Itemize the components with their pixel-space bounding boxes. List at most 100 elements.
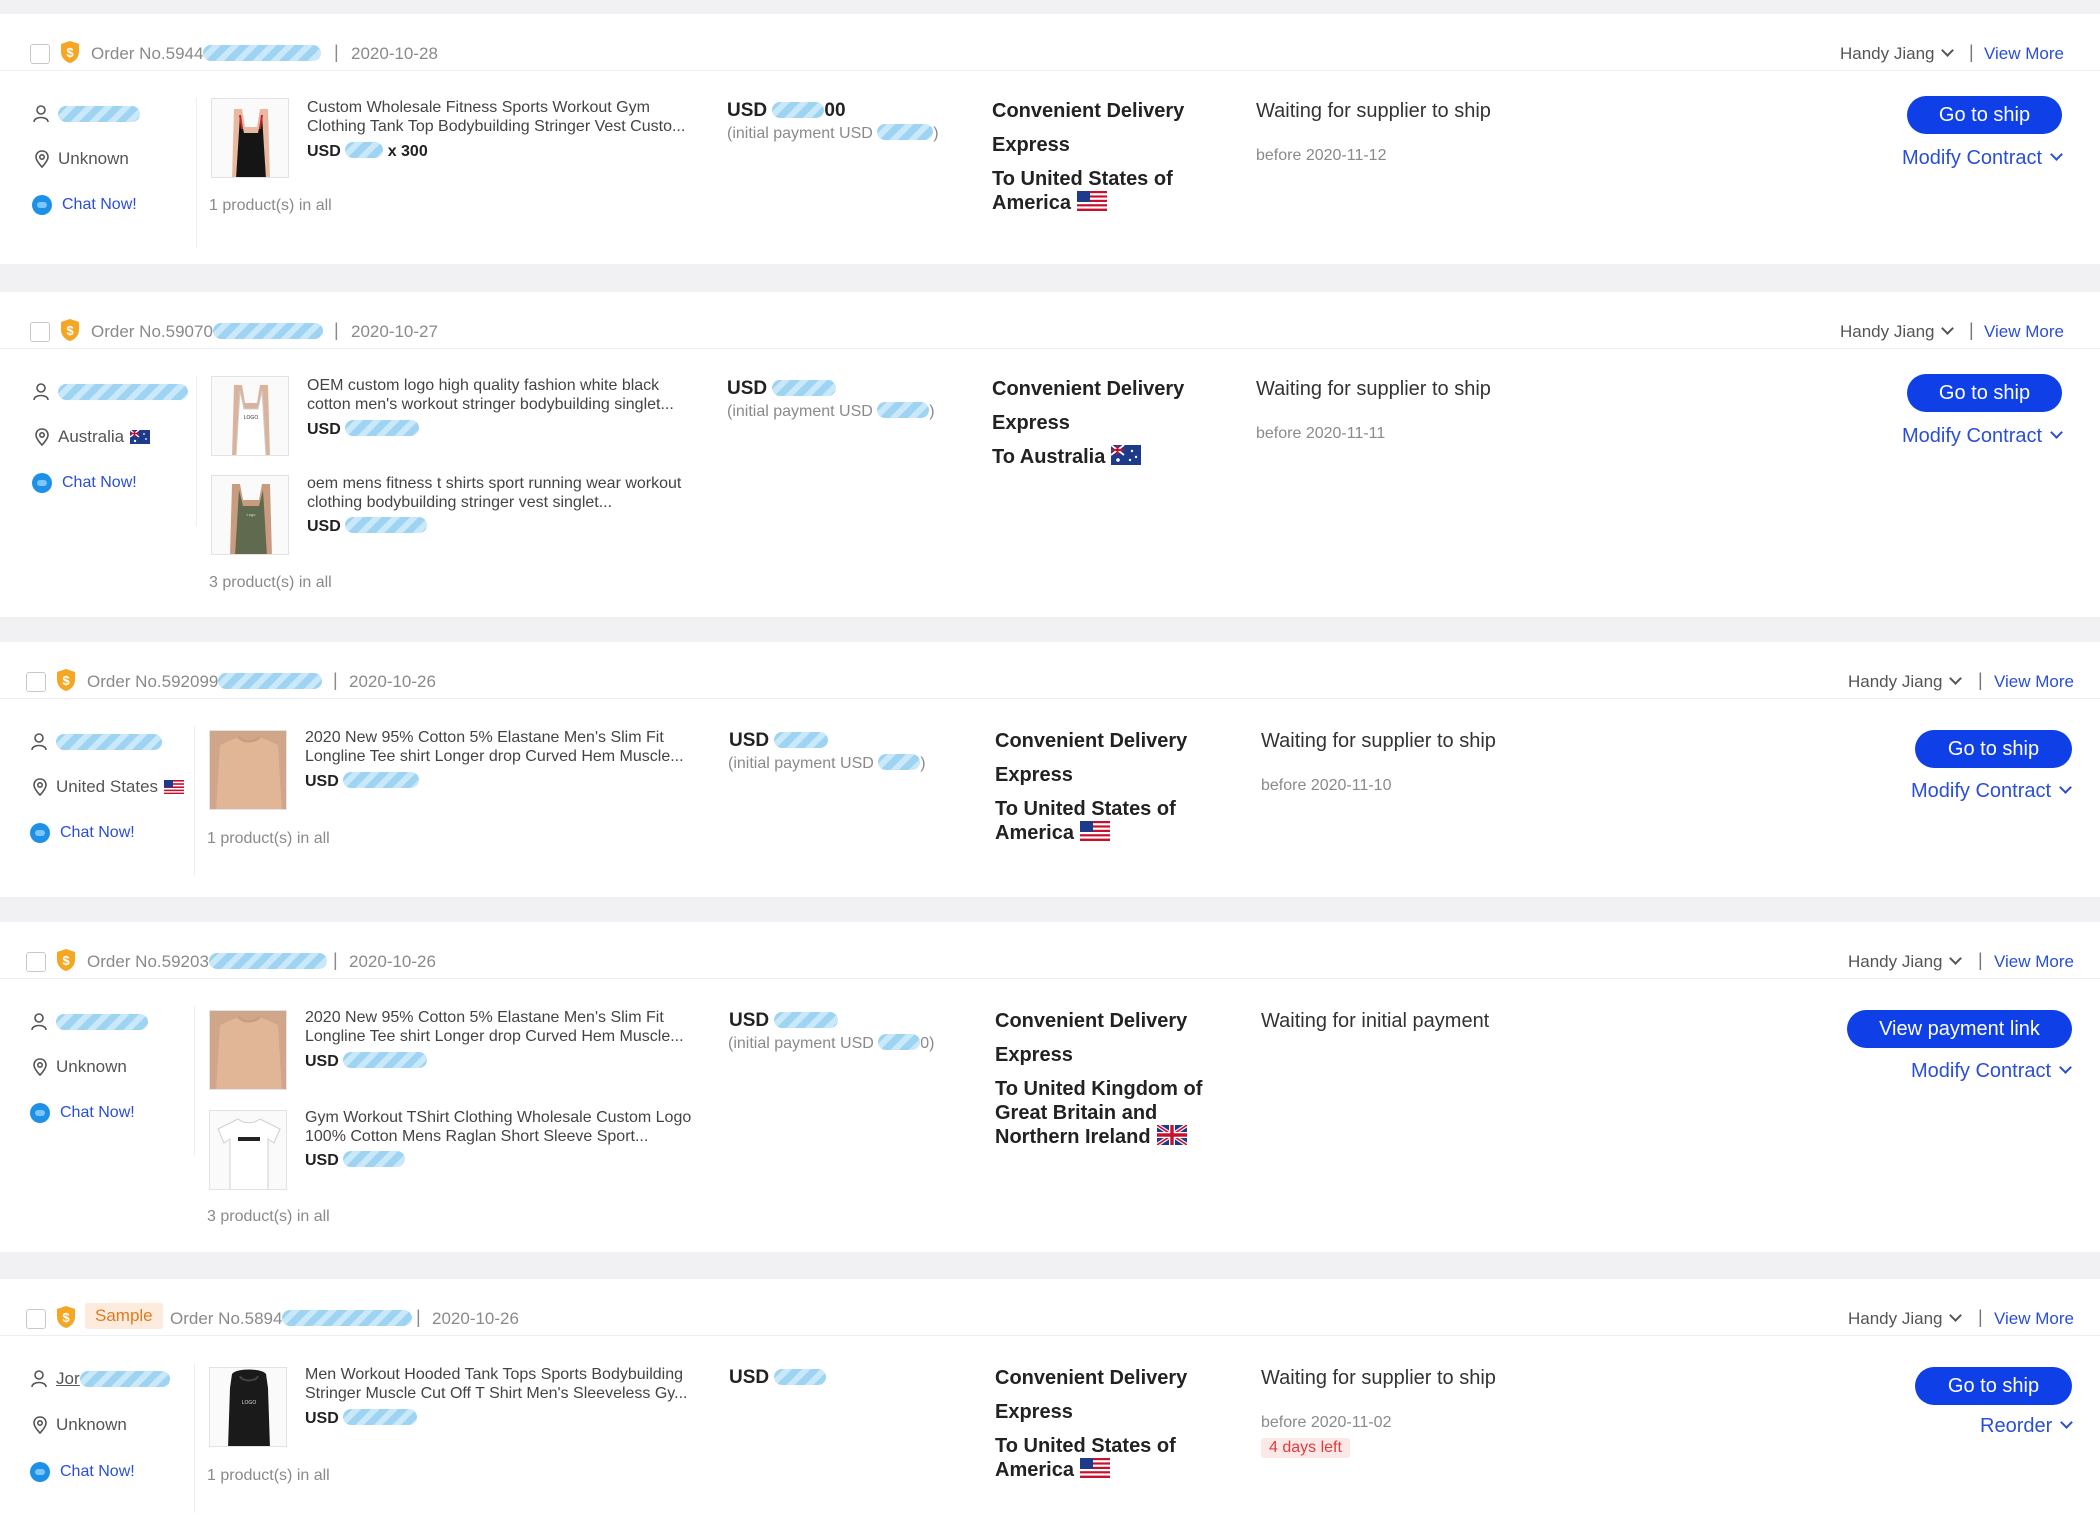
product-thumbnail[interactable]: LOGO xyxy=(211,376,289,456)
product-price: USD xyxy=(307,517,428,536)
product-price: USD xyxy=(305,772,420,791)
chat-bubble-icon xyxy=(30,823,50,843)
go-to-ship-button[interactable]: Go to ship xyxy=(1907,374,2062,412)
modify-contract-link[interactable]: Modify Contract xyxy=(1911,780,2072,803)
reorder-link[interactable]: Reorder xyxy=(1980,1415,2074,1438)
ship-deadline: before 2020-11-11 xyxy=(1256,425,1386,442)
go-to-ship-button[interactable]: Go to ship xyxy=(1915,730,2072,768)
divider: | xyxy=(1969,320,1974,340)
products-count: 3 product(s) in all xyxy=(209,574,332,591)
view-payment-link-button[interactable]: View payment link xyxy=(1847,1010,2072,1048)
product-thumbnail[interactable]: LOGO xyxy=(209,1367,287,1447)
shield-dollar-icon: $ xyxy=(57,669,75,691)
product-thumbnail[interactable] xyxy=(209,730,287,810)
product-title[interactable]: 2020 New 95% Cotton 5% Elastane Men's Sl… xyxy=(305,728,705,766)
salesperson-dropdown[interactable]: Handy Jiang xyxy=(1840,44,1954,64)
modify-contract-link[interactable]: Modify Contract xyxy=(1902,147,2063,170)
ship-destination: To United States of America xyxy=(995,1435,1176,1481)
product-price: USD xyxy=(305,1409,418,1428)
shield-dollar-icon: $ xyxy=(57,1306,75,1328)
divider: | xyxy=(333,950,338,970)
modify-contract-link[interactable]: Modify Contract xyxy=(1902,425,2063,448)
shipping-service: Express xyxy=(995,1401,1073,1423)
product-title[interactable]: OEM custom logo high quality fashion whi… xyxy=(307,376,707,414)
chat-now-button[interactable]: Chat Now! xyxy=(30,1103,135,1123)
order-status: Waiting for supplier to ship xyxy=(1256,100,1491,122)
divider xyxy=(194,1006,195,1156)
order-checkbox[interactable] xyxy=(26,672,46,692)
product-price: USD xyxy=(305,1151,406,1170)
chat-now-button[interactable]: Chat Now! xyxy=(30,823,135,843)
chevron-down-icon xyxy=(2050,148,2063,161)
order-checkbox[interactable] xyxy=(30,44,50,64)
salesperson-dropdown[interactable]: Handy Jiang xyxy=(1848,952,1962,972)
products-count: 1 product(s) in all xyxy=(209,197,332,214)
svg-text:LOGO: LOGO xyxy=(244,415,259,421)
location-pin-icon xyxy=(33,1058,47,1077)
chat-bubble-icon xyxy=(32,195,52,215)
divider xyxy=(196,98,197,248)
order-date: 2020-10-26 xyxy=(349,952,436,971)
initial-payment: (initial payment USD ) xyxy=(727,124,939,142)
view-more-link[interactable]: View More xyxy=(1994,952,2074,972)
shipping-service: Express xyxy=(995,1044,1073,1066)
product-thumbnail[interactable]: Logo xyxy=(211,475,289,555)
buyer-location: Unknown xyxy=(30,1057,127,1077)
product-title[interactable]: 2020 New 95% Cotton 5% Elastane Men's Sl… xyxy=(305,1008,705,1046)
location-pin-icon xyxy=(33,1416,47,1435)
chevron-down-icon xyxy=(1940,322,1954,335)
product-thumbnail[interactable] xyxy=(209,1010,287,1090)
ship-deadline: before 2020-11-12 xyxy=(1256,147,1387,164)
order-status: Waiting for supplier to ship xyxy=(1256,378,1491,400)
sample-badge: Sample xyxy=(85,1303,163,1329)
chevron-down-icon xyxy=(1940,44,1954,57)
salesperson-dropdown[interactable]: Handy Jiang xyxy=(1848,672,1962,692)
salesperson-dropdown[interactable]: Handy Jiang xyxy=(1848,1309,1962,1329)
order-number: Order No.5894 xyxy=(170,1309,413,1329)
shipping-method: Convenient Delivery xyxy=(992,100,1185,122)
shipping-service: Express xyxy=(992,134,1070,156)
order-checkbox[interactable] xyxy=(30,322,50,342)
order-status: Waiting for supplier to ship xyxy=(1261,730,1496,752)
chat-now-button[interactable]: Chat Now! xyxy=(32,473,137,493)
divider: | xyxy=(1978,1307,1983,1327)
order-status: Waiting for initial payment xyxy=(1261,1010,1490,1032)
australia-flag-icon xyxy=(1111,445,1142,465)
product-price: USD x 300 xyxy=(307,142,428,160)
chat-now-button[interactable]: Chat Now! xyxy=(30,1462,135,1482)
chat-now-button[interactable]: Chat Now! xyxy=(32,195,137,215)
modify-contract-link[interactable]: Modify Contract xyxy=(1911,1060,2072,1083)
chevron-down-icon xyxy=(1948,672,1962,685)
order-amount: USD xyxy=(729,1010,839,1032)
salesperson-dropdown[interactable]: Handy Jiang xyxy=(1840,322,1954,342)
order-checkbox[interactable] xyxy=(26,952,46,972)
buyer-name xyxy=(32,382,188,402)
us-flag-icon xyxy=(1079,1458,1110,1478)
product-thumbnail[interactable] xyxy=(211,98,289,178)
product-title[interactable]: oem mens fitness t shirts sport running … xyxy=(307,474,707,512)
product-title[interactable]: Gym Workout TShirt Clothing Wholesale Cu… xyxy=(305,1108,725,1146)
view-more-link[interactable]: View More xyxy=(1984,44,2064,64)
svg-text:$: $ xyxy=(66,45,74,60)
shipping-service: Express xyxy=(995,764,1073,786)
view-more-link[interactable]: View More xyxy=(1994,672,2074,692)
ship-destination: To United States of America xyxy=(995,798,1176,844)
product-title[interactable]: Custom Wholesale Fitness Sports Workout … xyxy=(307,98,707,136)
go-to-ship-button[interactable]: Go to ship xyxy=(1915,1367,2072,1405)
location-pin-icon xyxy=(35,428,49,447)
us-flag-icon xyxy=(1079,821,1110,841)
go-to-ship-button[interactable]: Go to ship xyxy=(1907,96,2062,134)
product-thumbnail[interactable] xyxy=(209,1110,287,1190)
buyer-location: United States xyxy=(30,777,185,797)
product-title[interactable]: Men Workout Hooded Tank Tops Sports Body… xyxy=(305,1365,725,1403)
view-more-link[interactable]: View More xyxy=(1994,1309,2074,1329)
divider: | xyxy=(334,42,339,62)
view-more-link[interactable]: View More xyxy=(1984,322,2064,342)
order-number: Order No.5944 xyxy=(91,44,322,64)
buyer-location: Unknown xyxy=(30,1415,127,1435)
svg-text:$: $ xyxy=(62,953,70,968)
order-number: Order No.59203 xyxy=(87,952,327,972)
order-checkbox[interactable] xyxy=(26,1309,46,1329)
buyer-name[interactable]: Jor xyxy=(30,1369,170,1389)
order-card: $ Order No.5944 | 2020-10-28 Handy Jiang… xyxy=(0,14,2100,264)
